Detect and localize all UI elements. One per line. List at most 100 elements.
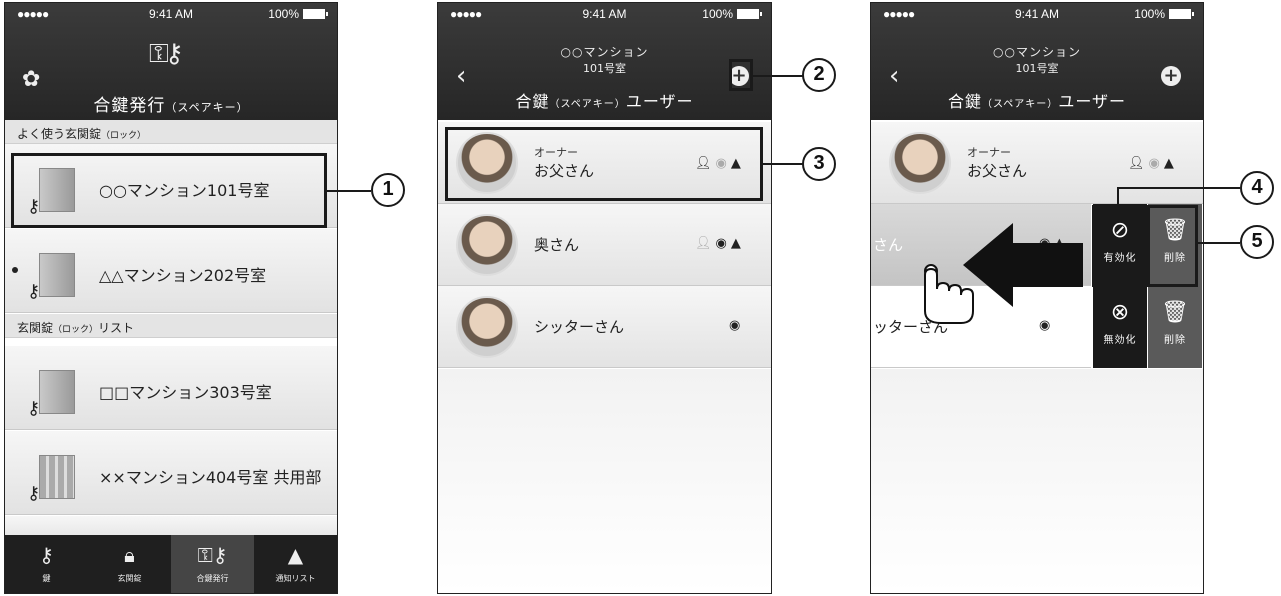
battery-label: 100% [1134,7,1165,21]
callout-line-4b [1117,187,1240,189]
user-status-icons: 👤︎◉▲ [1128,156,1178,171]
callout-badge-5: 5 [1240,225,1274,259]
avatar [889,132,951,194]
tab-label: 玄関錠 [117,574,142,583]
status-bar: ●●●●● 9:41 AM 100% [871,3,1203,25]
tab-key[interactable]: ⚷ 鍵 [5,535,88,593]
lock-name: ××マンション404号室 共用部 [99,468,322,487]
radio-icon: ◉ [1148,156,1164,171]
battery-label: 100% [268,7,299,21]
unread-dot [12,267,18,273]
status-bar: ●●●●● 9:41 AM 100% [5,3,337,25]
gear-icon[interactable]: ✿ [22,67,40,92]
person-check-icon: 👤︎ [695,236,716,251]
callout-line-1 [327,190,371,192]
page-title: 合鍵（スペアキー）ユーザー [438,88,771,112]
user-row-wife[interactable]: 奥さん 👤︎◉▲ [438,204,771,286]
user-status-icons: ◉ [729,318,744,333]
status-bar: ●●●●● 9:41 AM 100% [438,3,771,25]
battery-icon [737,9,762,19]
tab-label: 通知リスト [275,574,316,583]
section-list-suffix: リスト [98,321,135,335]
battery: 100% [268,7,328,21]
lock-row-303[interactable]: ⚷ □□マンション303号室 [5,346,337,430]
battery-label: 100% [702,7,733,21]
callout-badge-1: 1 [371,173,405,207]
keys-icon: ⚿⚷ [197,543,228,567]
page-title: 合鍵発行（スペアキー） [5,91,337,116]
empty-list-area [871,369,1203,593]
radio-icon: ◉ [715,236,731,251]
page-title: 合鍵（スペアキー）ユーザー [871,88,1203,112]
section-frequent-label: よく使う玄関錠 [17,127,102,141]
user-name: 奥さん [534,236,580,254]
radio-icon: ◉ [729,318,745,333]
x-circle-icon: ⊗ [1110,300,1130,325]
callout-frame-1 [11,153,327,228]
tab-notifications[interactable]: ▲ 通知リスト [254,535,337,593]
user-status-icons: 👤︎◉▲ [695,236,745,251]
bell-icon: ▲ [730,236,745,251]
bell-icon: ▲ [1163,156,1178,171]
room-number: 101号室 [1015,62,1059,75]
section-list-mid: （ロック） [53,325,99,335]
tab-label: 鍵 [42,574,51,583]
callout-badge-2: 2 [802,58,836,92]
header: ●●●●● 9:41 AM 100% ✿ ⚿⚷ 合鍵発行（スペアキー） [5,3,337,120]
disable-label: 無効化 [1103,335,1137,346]
callout-frame-2 [729,59,753,91]
callout-line-2 [753,75,803,77]
room-number: 101号室 [583,62,626,75]
section-lock-list: 玄関錠（ロック）リスト [5,314,337,338]
canvas: ●●●●● 9:41 AM 100% ✿ ⚿⚷ 合鍵発行（スペアキー） よく使う… [0,0,1281,596]
avatar [456,296,518,358]
tab-lock[interactable]: 🔒︎ 玄関錠 [88,535,171,593]
page-title-b: （スペアキー） [982,99,1059,110]
callout-badge-4: 4 [1240,171,1274,205]
user-row-sitter[interactable]: シッターさん ◉ [438,286,771,368]
trash-icon: 🗑︎ [1161,300,1189,325]
phone-screen-spare-key-issue: ●●●●● 9:41 AM 100% ✿ ⚿⚷ 合鍵発行（スペアキー） よく使う… [4,2,338,594]
key-icon: ⚷ [39,543,54,567]
disable-button[interactable]: ⊗ 無効化 [1093,286,1147,368]
add-user-button[interactable]: + [1161,66,1181,86]
keys-icon: ⚷ [27,483,41,504]
user-name: シッターさん [534,318,625,336]
door-icon [39,253,75,297]
building-name: ○○マンション [560,45,649,59]
lock-name: △△マンション202号室 [99,266,267,285]
callout-badge-3: 3 [802,147,836,181]
tab-spare-key[interactable]: ⚿⚷ 合鍵発行 [171,535,254,593]
callout-frame-4 [1092,205,1142,287]
keys-icon: ⚷ [27,398,41,419]
hand-pointer-icon [924,267,974,324]
delete-button[interactable]: 🗑︎ 削除 [1148,286,1202,368]
section-frequent-locks: よく使う玄関錠（ロック） [5,120,337,144]
page-title-a: 合鍵 [515,92,550,111]
section-list-label: 玄関錠 [17,321,54,335]
user-name: さん [873,236,904,254]
page-title-suffix: （スペアキー） [165,101,249,114]
battery: 100% [702,7,762,21]
header: ●●●●● 9:41 AM 100% ‹ ○○マンション 101号室 合鍵（スペ… [438,3,771,120]
building-name: ○○マンション [993,45,1081,59]
user-name: お父さん [967,162,1028,180]
user-row-owner[interactable]: オーナー お父さん 👤︎◉▲ [871,122,1203,204]
page-title-c: ユーザー [625,92,694,111]
page-title-text: 合鍵発行 [93,96,166,116]
empty-list-area [438,369,771,593]
phone-screen-swipe-actions: ●●●●● 9:41 AM 100% ‹ ○○マンション 101号室 合鍵（スペ… [870,2,1204,594]
lock-row-202[interactable]: ⚷ △△マンション202号室 [5,229,337,313]
keys-logo-icon: ⚿⚷ [149,39,184,69]
delete-label: 削除 [1164,335,1186,346]
battery-icon [1169,9,1194,19]
tab-bar: ⚷ 鍵 🔒︎ 玄関錠 ⚿⚷ 合鍵発行 ▲ 通知リスト [5,535,337,593]
battery: 100% [1134,7,1194,21]
header: ●●●●● 9:41 AM 100% ‹ ○○マンション 101号室 合鍵（スペ… [871,3,1203,120]
swipe-left-arrow-icon [924,223,1083,324]
user-role: オーナー [967,146,1011,159]
page-title-a: 合鍵 [947,92,982,111]
lock-row-404[interactable]: ⚷ ××マンション404号室 共用部 [5,431,337,515]
building-icon [39,455,75,499]
callout-frame-5 [1147,205,1198,287]
